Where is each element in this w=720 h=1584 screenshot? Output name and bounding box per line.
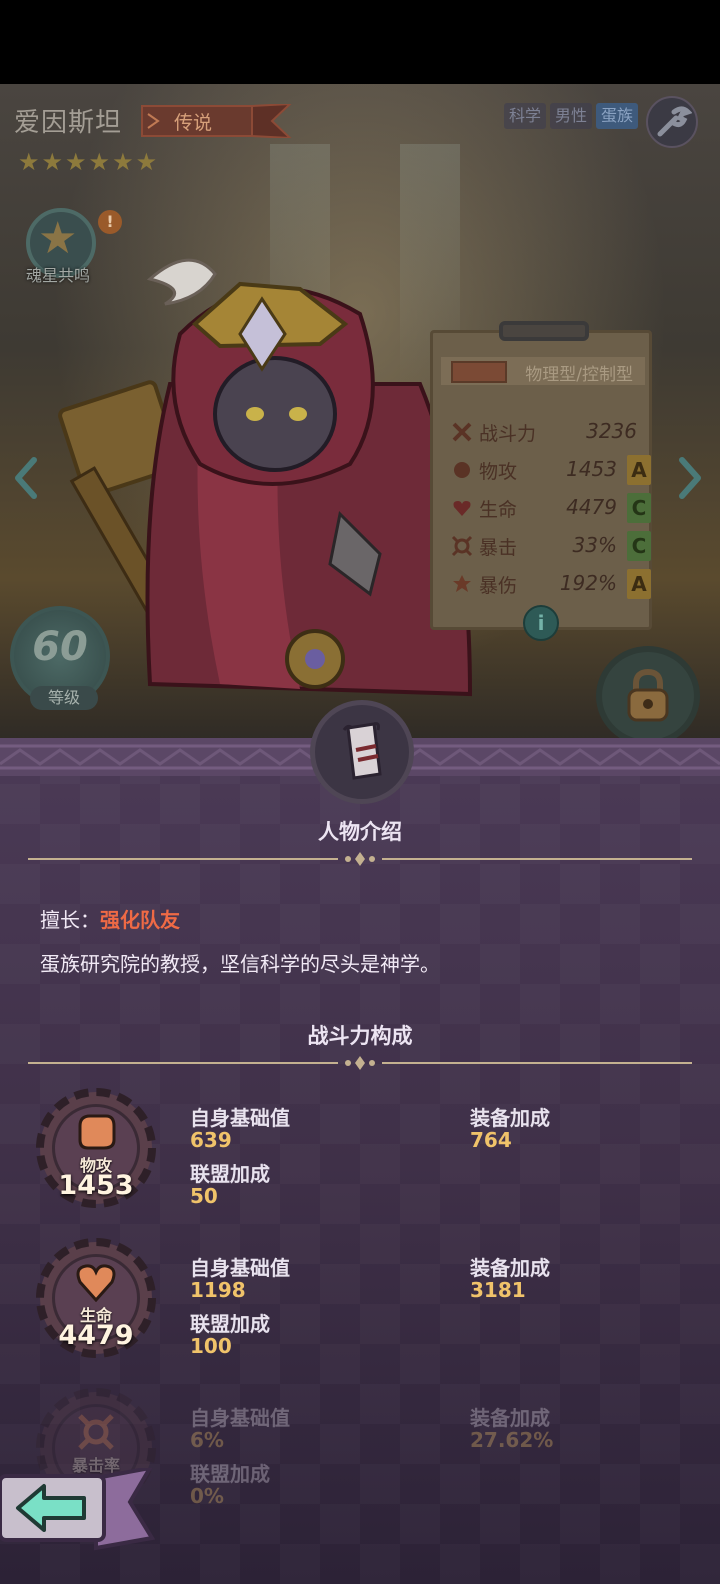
fist-icon [78,1114,116,1150]
stat-value: 33% [572,533,617,557]
base-value-label: 自身基础值 [190,1406,290,1430]
combat-power-icon [452,422,472,442]
alliance-bonus-value: 100 [190,1334,232,1358]
stat-value: 192% [559,571,617,595]
lock-icon [627,668,669,722]
heart-icon [453,501,471,516]
base-value: 639 [190,1128,232,1152]
base-value: 6% [190,1428,224,1452]
grade-badge: A [627,569,651,599]
star-icon: ★ [112,148,134,176]
status-bar [0,0,720,84]
clipboard-clip [499,321,589,341]
base-value-label: 自身基础值 [190,1256,290,1280]
grade-badge: C [627,531,651,561]
heart-icon [76,1264,116,1302]
previous-hero-arrow[interactable] [12,456,40,500]
next-hero-arrow[interactable] [676,456,704,500]
profile-title: 人物介绍 [318,820,402,844]
rarity-banner: 传说 [140,104,292,138]
stat-label: 物攻 [479,461,518,483]
stat-row-crit-damage: 暴伤 192% A [447,569,651,599]
power-breakdown-title: 战斗力构成 [307,1024,413,1048]
equipment-bonus-value: 3181 [470,1278,526,1302]
stat-label: 战斗力 [479,423,537,445]
grade-badge: A [627,455,651,485]
hero-type-bar: 物理型/控制型 [441,357,645,385]
badge-value: 1453 [58,1170,134,1201]
equipment-bonus-label: 装备加成 [470,1106,550,1130]
badge-value: 4479 [58,1320,134,1351]
hero-name: 爱因斯坦 [14,108,123,138]
stat-value: 4479 [566,495,617,519]
stat-value: 1453 [566,457,617,481]
rarity-label: 传说 [174,112,213,134]
power-item-hp: 生命 4479 自身基础值 1198 联盟加成 100 装备加成 3181 [0,1236,720,1366]
base-value-label: 自身基础值 [190,1106,290,1130]
ornament-divider [28,852,692,866]
tag-gender: 男性 [549,103,592,129]
resonance-label: 魂星共鸣 [26,266,91,285]
ornament-divider [28,1056,692,1070]
star-icon: ★ [88,148,111,176]
crit-icon [78,1414,114,1450]
alliance-bonus-label: 联盟加成 [190,1312,270,1336]
tag-science: 科学 [503,103,546,129]
stat-value: 3236 [586,419,637,443]
specialty-value: 强化队友 [100,908,180,932]
star-icon: ★ [65,148,87,176]
tag-race: 蛋族 [595,103,638,129]
alliance-bonus-value: 50 [190,1184,218,1208]
scroll-emblem [310,700,414,804]
level-badge[interactable]: 60 等级 [10,606,110,710]
hp-badge: 生命 4479 [34,1236,158,1360]
power-item-attack: 物攻 1453 自身基础值 639 联盟加成 50 装备加成 764 [0,1086,720,1216]
specialty-line: 擅长：强化队友 [40,904,180,933]
scroll-icon [342,722,382,780]
star-icon: ★ [38,213,78,264]
stat-row-physical-attack: 物攻 1453 A [447,455,651,485]
attack-badge: 物攻 1453 [34,1086,158,1210]
alliance-bonus-label: 联盟加成 [190,1462,270,1486]
soul-star-resonance-button[interactable]: ★ ! 魂星共鸣 [20,206,122,288]
stat-row-hp: 生命 4479 C [447,493,651,523]
crit-damage-icon [453,575,471,592]
stat-label: 生命 [479,499,518,521]
base-value: 1198 [190,1278,246,1302]
alert-badge: ! [98,210,122,234]
equipment-bonus-label: 装备加成 [470,1256,550,1280]
specialty-label: 擅长： [40,908,100,932]
stat-label: 暴伤 [479,575,518,597]
wrench-button[interactable] [646,96,698,148]
info-button[interactable]: i [523,605,559,641]
alliance-bonus-value: 0% [190,1484,224,1508]
star-icon: ★ [41,148,64,176]
hero-type-label: 物理型/控制型 [525,365,633,385]
wrench-icon [657,106,692,137]
stat-label: 暴击 [479,537,518,559]
lock-button[interactable] [596,646,700,746]
equipment-bonus-value: 764 [470,1128,512,1152]
equipment-bonus-value: 27.62% [470,1428,554,1452]
stats-board: 物理型/控制型 战斗力 3236 物攻 1453 A 生命 4479 C 暴击 … [430,321,652,641]
level-label: 等级 [30,686,98,710]
star-icon: ★ [135,148,158,176]
stat-row-combat-power: 战斗力 3236 [447,417,651,447]
level-value: 60 [32,624,88,670]
star-rating: ★ ★ ★ ★ ★ ★ [18,150,157,174]
stat-row-crit: 暴击 33% C [447,531,651,561]
crit-icon [451,535,473,557]
equipment-bonus-label: 装备加成 [470,1406,550,1430]
type-icon [451,361,507,383]
fist-icon [454,462,470,478]
hero-description: 蛋族研究院的教授，坚信科学的尽头是神学。 [40,952,440,976]
hero-tags: 科学 男性 蛋族 [503,103,638,129]
back-button[interactable] [0,1468,156,1552]
star-icon: ★ [18,148,40,176]
grade-badge: C [627,493,651,523]
alliance-bonus-label: 联盟加成 [190,1162,270,1186]
